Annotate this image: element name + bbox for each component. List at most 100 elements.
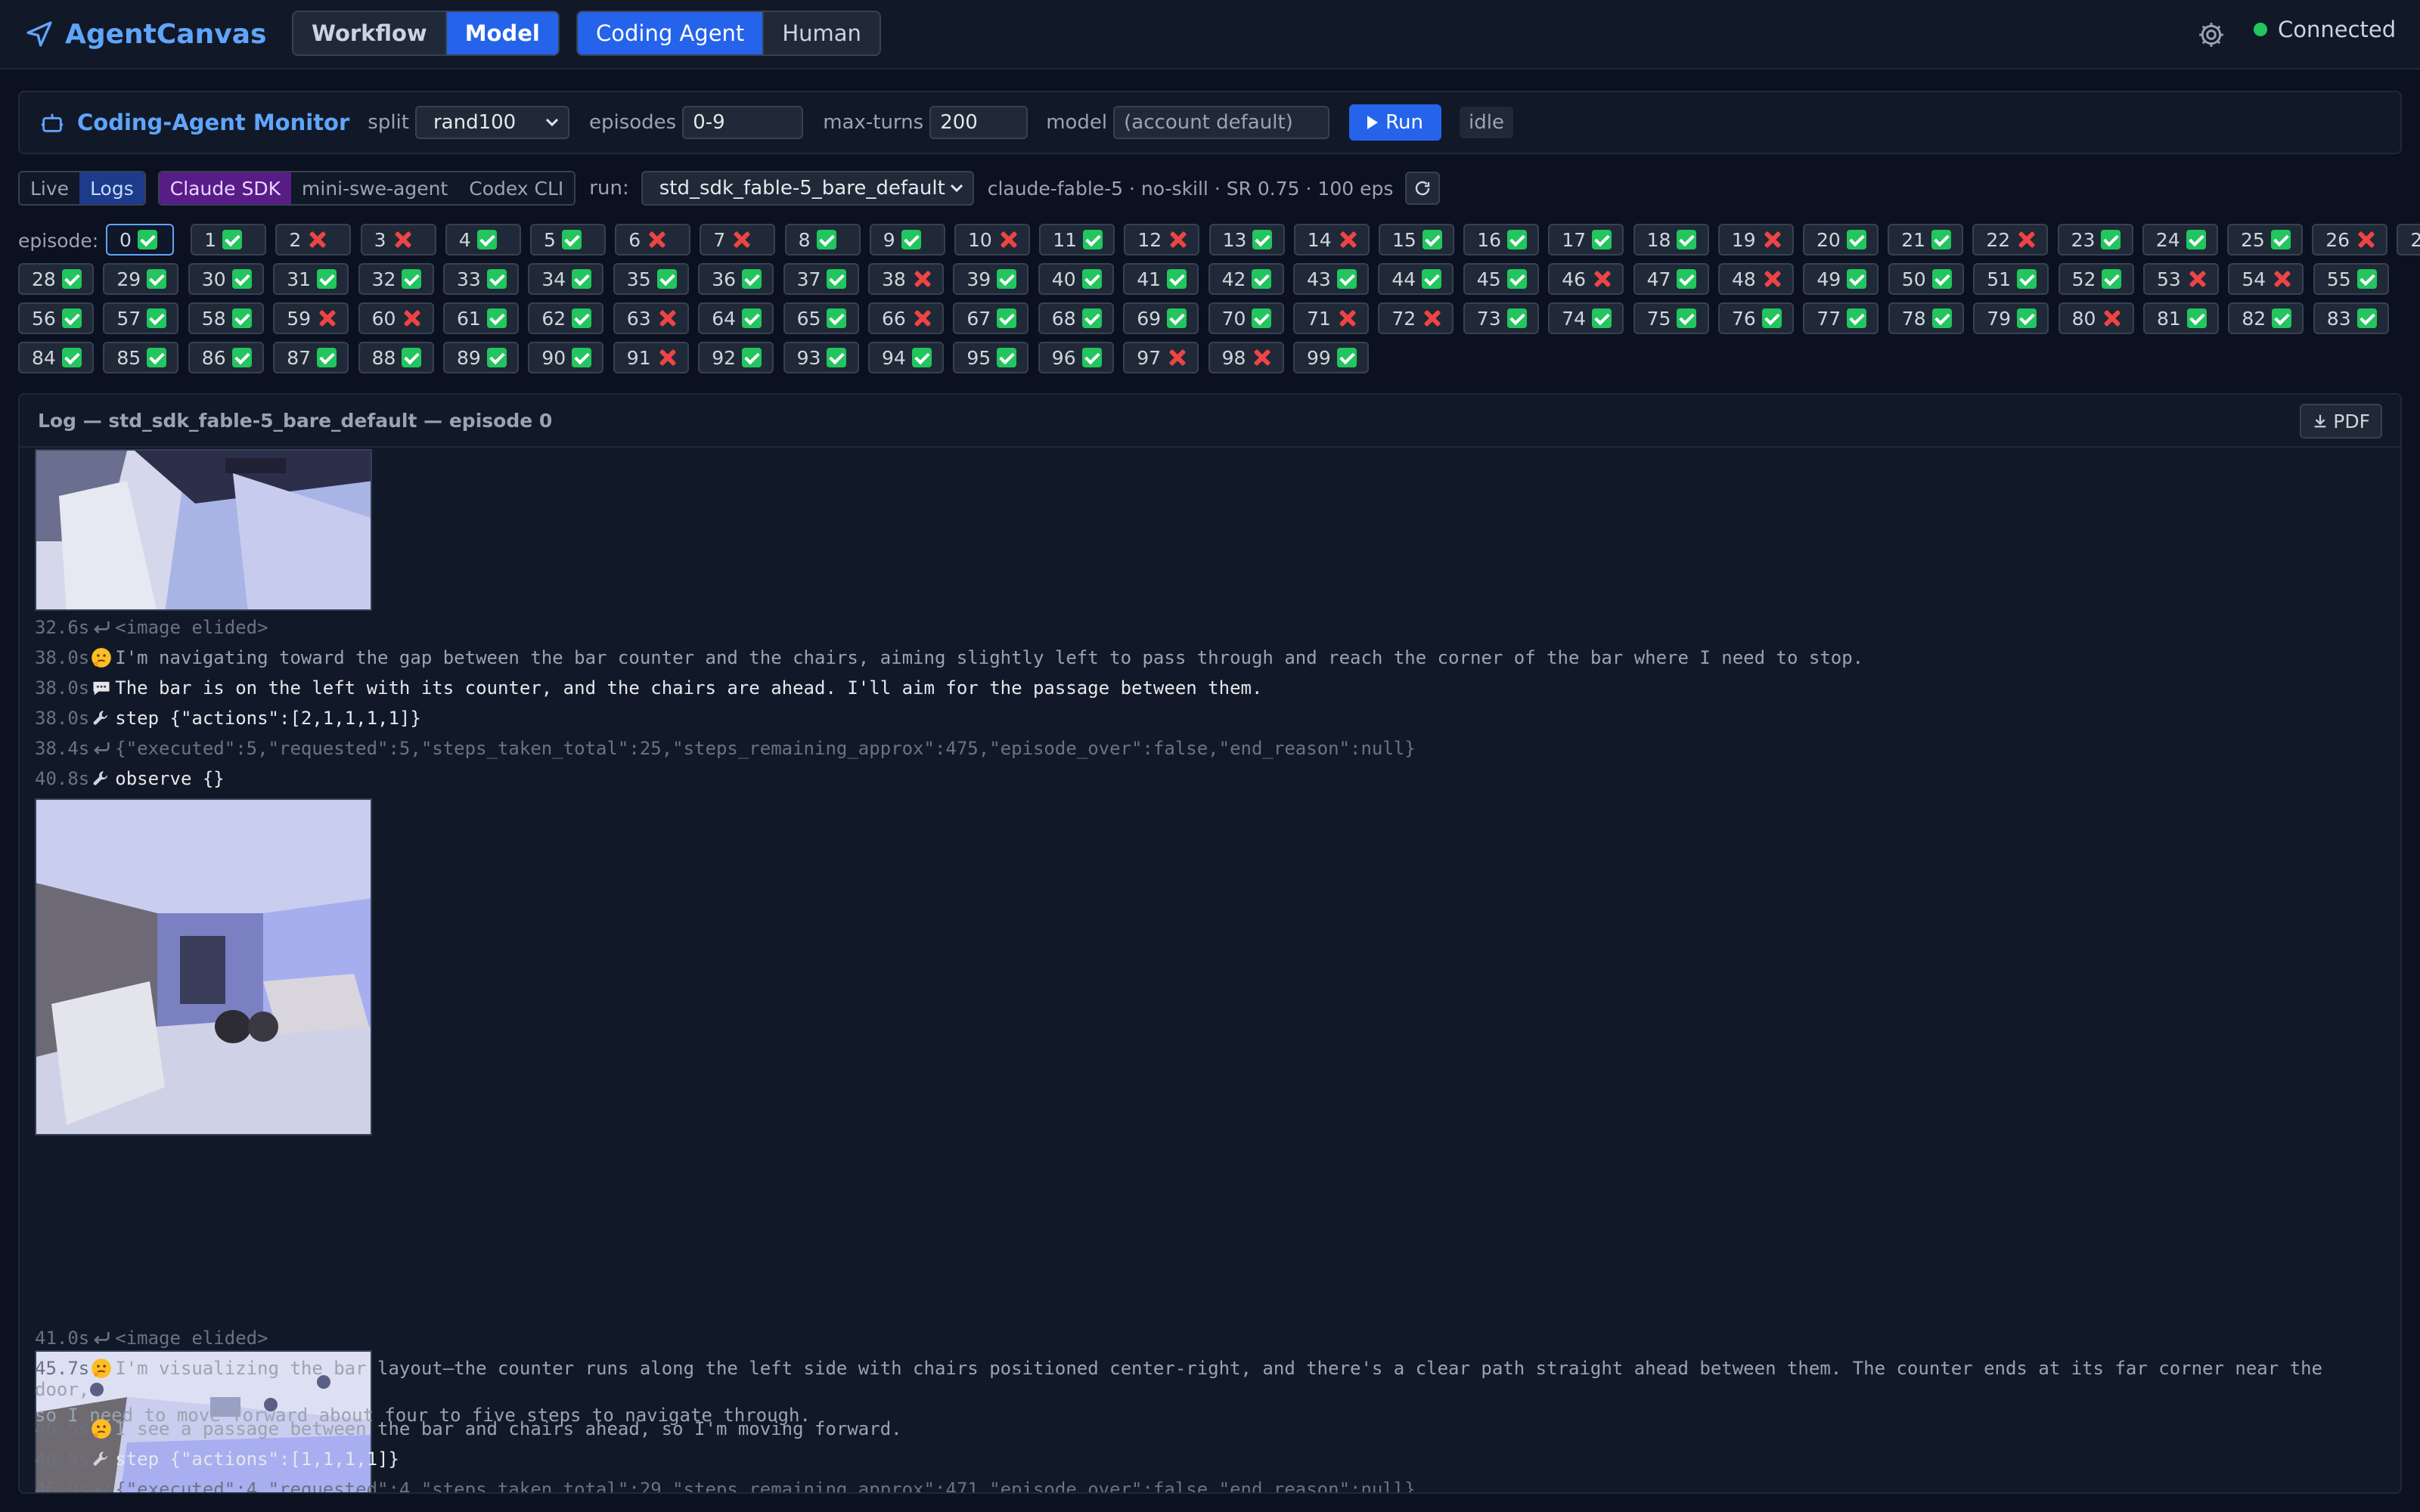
episode-chip[interactable]: 46 [1548, 263, 1624, 295]
episode-chip[interactable]: 5 [530, 224, 606, 256]
episode-chip[interactable]: 19 [1717, 224, 1794, 256]
pdf-button[interactable]: PDF [2300, 404, 2382, 438]
episode-chip[interactable]: 24 [2142, 224, 2218, 256]
episode-chip[interactable]: 32 [358, 263, 434, 295]
episode-chip[interactable]: 25 [2227, 224, 2303, 256]
episode-chip[interactable]: 84 [18, 342, 94, 373]
episode-chip[interactable]: 41 [1123, 263, 1199, 295]
episode-chip[interactable]: 87 [273, 342, 349, 373]
episode-chip[interactable]: 54 [2228, 263, 2304, 295]
episode-chip[interactable]: 62 [528, 302, 604, 334]
episode-chip[interactable]: 10 [954, 224, 1030, 256]
episode-chip[interactable]: 3 [360, 224, 436, 256]
maxturns-input[interactable]: 200 [929, 106, 1028, 139]
episode-chip[interactable]: 97 [1123, 342, 1199, 373]
episode-chip[interactable]: 95 [953, 342, 1029, 373]
episode-chip[interactable]: 85 [103, 342, 179, 373]
episode-chip[interactable]: 98 [1208, 342, 1284, 373]
episode-chip[interactable]: 70 [1208, 302, 1284, 334]
tab-mini-swe-agent[interactable]: mini-swe-agent [291, 172, 459, 204]
episode-chip[interactable]: 64 [698, 302, 774, 334]
episode-chip[interactable]: 99 [1293, 342, 1369, 373]
episode-chip[interactable]: 15 [1379, 224, 1454, 256]
brand[interactable]: AgentCanvas [24, 19, 266, 50]
log-body[interactable]: 32.6s <image elided> 38.0s I'm navigating t… [20, 449, 2400, 1492]
episode-chip[interactable]: 7 [700, 224, 776, 256]
tab-live[interactable]: Live [20, 172, 80, 204]
tab-workflow[interactable]: Workflow [293, 12, 445, 54]
episode-chip[interactable]: 37 [783, 263, 859, 295]
episode-chip[interactable]: 57 [103, 302, 179, 334]
episode-chip[interactable]: 2 [275, 224, 352, 256]
episode-chip[interactable]: 16 [1463, 224, 1540, 256]
episode-chip[interactable]: 20 [1803, 224, 1879, 256]
episode-chip[interactable]: 11 [1039, 224, 1115, 256]
episode-chip[interactable]: 44 [1378, 263, 1454, 295]
episode-chip[interactable]: 45 [1463, 263, 1539, 295]
episode-chip[interactable]: 61 [443, 302, 519, 334]
episode-chip[interactable]: 75 [1633, 302, 1709, 334]
episode-chip[interactable]: 26 [2312, 224, 2388, 256]
split-select[interactable]: rand100 [414, 106, 569, 139]
episode-chip[interactable]: 21 [1888, 224, 1964, 256]
episode-chip[interactable]: 89 [443, 342, 519, 373]
episode-chip[interactable]: 9 [869, 224, 945, 256]
episode-chip[interactable]: 67 [953, 302, 1029, 334]
episode-chip[interactable]: 36 [698, 263, 774, 295]
episode-chip[interactable]: 56 [18, 302, 94, 334]
episode-chip[interactable]: 78 [1888, 302, 1964, 334]
episode-chip[interactable]: 17 [1548, 224, 1624, 256]
episode-chip[interactable]: 50 [1888, 263, 1964, 295]
episode-chip[interactable]: 74 [1548, 302, 1624, 334]
episode-chip[interactable]: 28 [18, 263, 94, 295]
episode-chip[interactable]: 13 [1208, 224, 1285, 256]
episode-chip[interactable]: 27 [2397, 224, 2420, 256]
run-select[interactable]: std_sdk_fable-5_bare_default [641, 171, 974, 206]
episode-chip[interactable]: 86 [188, 342, 264, 373]
episode-chip[interactable]: 0 [106, 224, 174, 256]
run-button[interactable]: Run [1349, 104, 1442, 141]
episode-chip[interactable]: 31 [273, 263, 349, 295]
episode-chip[interactable]: 51 [1973, 263, 2049, 295]
tab-logs[interactable]: Logs [79, 172, 144, 204]
episode-chip[interactable]: 30 [188, 263, 264, 295]
episode-chip[interactable]: 34 [528, 263, 604, 295]
episode-chip[interactable]: 73 [1463, 302, 1539, 334]
tab-coding-agent[interactable]: Coding Agent [578, 12, 763, 54]
model-input[interactable]: (account default) [1113, 106, 1330, 139]
episode-chip[interactable]: 71 [1293, 302, 1369, 334]
gear-icon[interactable] [2196, 20, 2226, 50]
refresh-button[interactable] [1405, 172, 1441, 205]
episode-chip[interactable]: 8 [784, 224, 861, 256]
episode-chip[interactable]: 69 [1123, 302, 1199, 334]
episode-chip[interactable]: 43 [1293, 263, 1369, 295]
tab-claude-sdk[interactable]: Claude SDK [159, 172, 292, 204]
episode-chip[interactable]: 49 [1803, 263, 1879, 295]
episode-chip[interactable]: 68 [1038, 302, 1114, 334]
episode-chip[interactable]: 66 [868, 302, 944, 334]
episode-chip[interactable]: 38 [868, 263, 944, 295]
episode-chip[interactable]: 94 [868, 342, 944, 373]
episode-chip[interactable]: 39 [953, 263, 1029, 295]
episode-chip[interactable]: 4 [445, 224, 521, 256]
episode-chip[interactable]: 33 [443, 263, 519, 295]
episode-chip[interactable]: 58 [188, 302, 264, 334]
tab-human[interactable]: Human [762, 12, 880, 54]
episode-chip[interactable]: 96 [1038, 342, 1114, 373]
episode-chip[interactable]: 90 [528, 342, 604, 373]
episode-chip[interactable]: 6 [615, 224, 691, 256]
tab-codex-cli[interactable]: Codex CLI [458, 172, 575, 204]
episode-chip[interactable]: 76 [1718, 302, 1794, 334]
episode-chip[interactable]: 83 [2313, 302, 2389, 334]
episode-chip[interactable]: 65 [783, 302, 859, 334]
episodes-input[interactable]: 0-9 [682, 106, 804, 139]
episode-chip[interactable]: 55 [2313, 263, 2389, 295]
episode-chip[interactable]: 82 [2228, 302, 2304, 334]
episode-chip[interactable]: 22 [1972, 224, 2049, 256]
episode-chip[interactable]: 18 [1633, 224, 1709, 256]
episode-chip[interactable]: 80 [2058, 302, 2134, 334]
episode-chip[interactable]: 72 [1378, 302, 1454, 334]
episode-chip[interactable]: 12 [1124, 224, 1200, 256]
episode-chip[interactable]: 91 [613, 342, 689, 373]
episode-chip[interactable]: 14 [1293, 224, 1370, 256]
